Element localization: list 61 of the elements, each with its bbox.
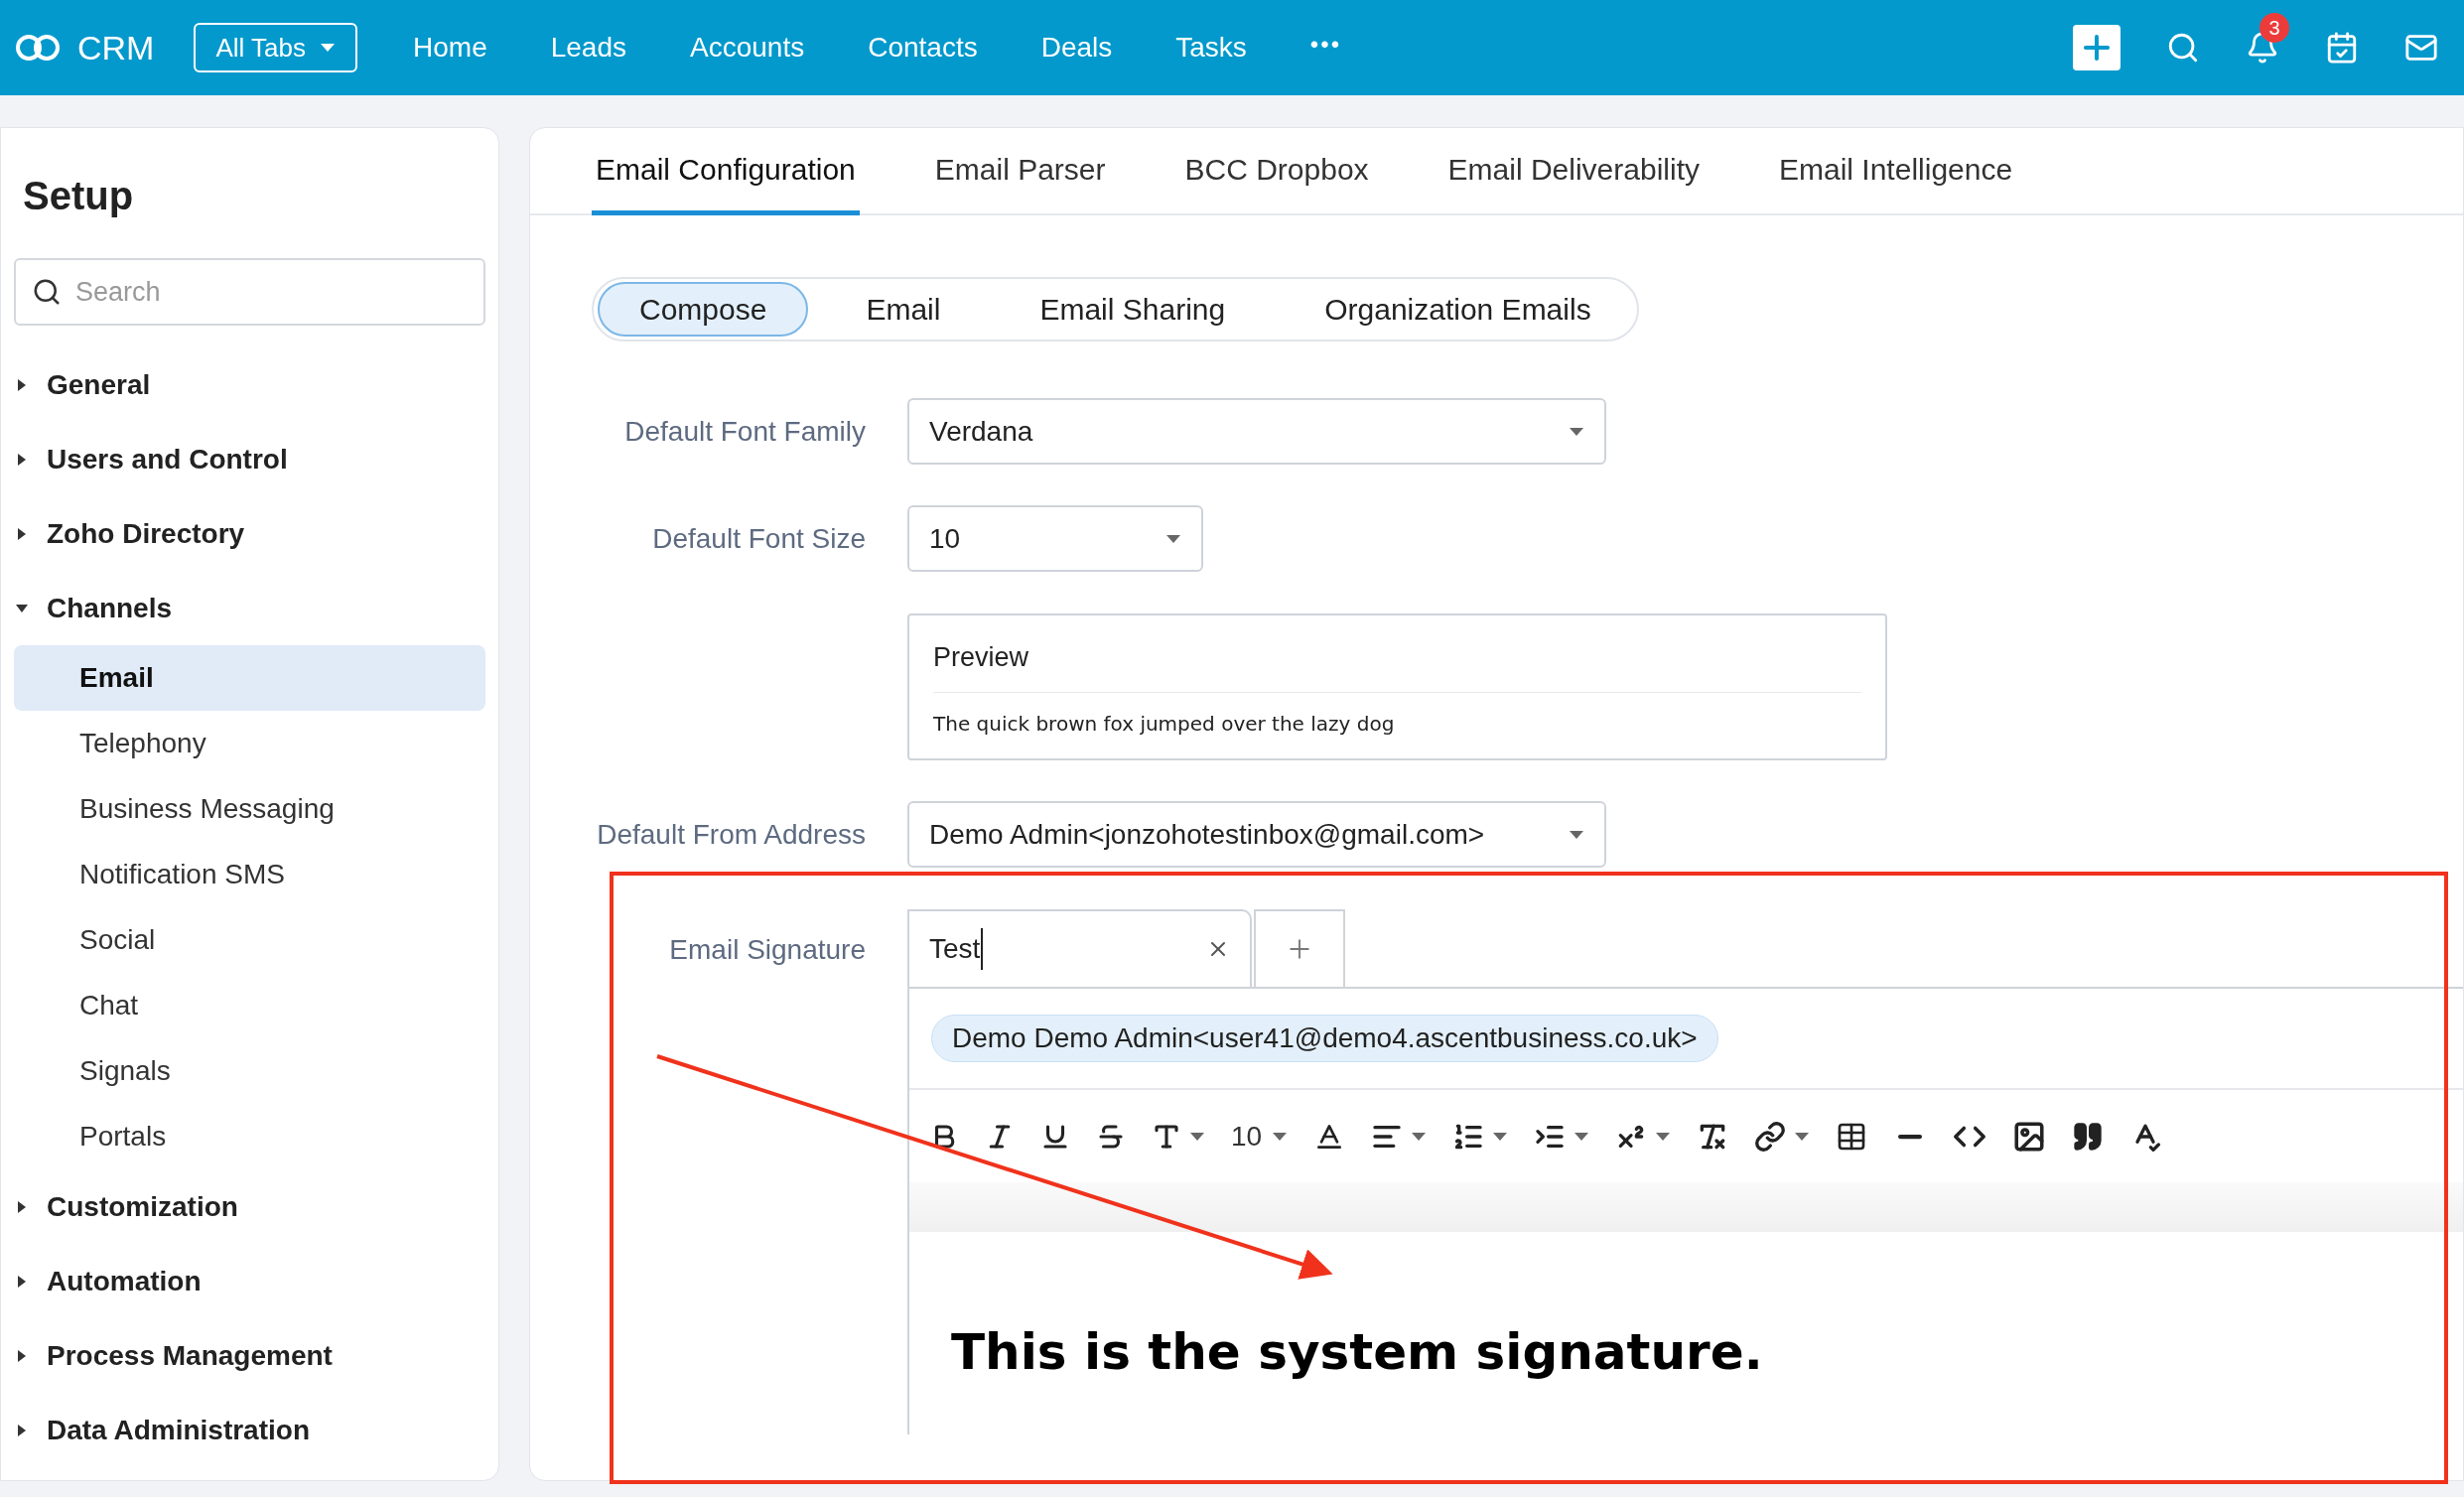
select-field[interactable]: Verdana	[907, 398, 1606, 465]
caret-icon	[1189, 1131, 1205, 1142]
caret-icon	[1165, 533, 1181, 544]
sidebar-title: Setup	[23, 173, 135, 219]
tab[interactable]: Email Parser	[930, 128, 1110, 215]
tab[interactable]: BCC Dropbox	[1180, 128, 1373, 215]
sidebar-section[interactable]: Process Management	[1, 1318, 498, 1393]
sidebar-section[interactable]: Data Administration	[1, 1393, 498, 1467]
signature-text: This is the system signature.	[951, 1322, 1764, 1383]
sidebar-item[interactable]: Portals	[14, 1104, 485, 1169]
caret-icon	[1272, 1131, 1289, 1142]
sidebar-item[interactable]: Business Messaging	[14, 776, 485, 842]
tab[interactable]: Email Deliverability	[1443, 128, 1704, 215]
caret-icon	[1794, 1131, 1811, 1142]
field-label: Default Font Size	[651, 521, 866, 556]
sidebar-section[interactable]: Automation	[1, 1244, 498, 1318]
sidebar-item[interactable]: Social	[14, 907, 485, 973]
preview-title: Preview	[933, 637, 1861, 693]
select-field[interactable]: Demo Admin<jonzohotestinbox@gmail.com>	[907, 801, 1606, 868]
sidebar-section[interactable]: Customization	[1, 1169, 498, 1244]
subtab[interactable]: Email Sharing	[998, 282, 1268, 337]
caret-icon	[1569, 829, 1584, 840]
sidebar-item[interactable]: Email	[14, 645, 485, 711]
preview-text: The quick brown fox jumped over the lazy dog	[933, 710, 1396, 738]
notification-badge: 3	[2259, 13, 2289, 43]
sidebar-section[interactable]: Zoho Directory	[1, 496, 498, 571]
select-field[interactable]: 10	[907, 505, 1203, 572]
sender-chip[interactable]: Demo Demo Admin<user41@demo4.ascentbusiness.co.uk>	[931, 1015, 1718, 1062]
caret-icon	[1411, 1131, 1428, 1142]
image-icon[interactable]	[2012, 1119, 2047, 1154]
field-label: Email Signature	[668, 933, 866, 967]
tab[interactable]: Email Configuration	[592, 128, 860, 215]
subtab[interactable]: Email	[824, 282, 983, 337]
quote-icon[interactable]	[2072, 1120, 2105, 1153]
sidebar-section[interactable]: General	[1, 347, 498, 422]
caret-icon	[1492, 1131, 1509, 1142]
calendar-icon[interactable]	[2325, 31, 2359, 65]
link-icon[interactable]	[1754, 1120, 1787, 1153]
sidebar-section[interactable]: Users and Control	[1, 422, 498, 496]
tab[interactable]: Email Intelligence	[1775, 128, 2017, 215]
field-label: Default Font Family	[623, 414, 866, 449]
search-field[interactable]: Search	[14, 258, 485, 326]
subtab[interactable]: Compose	[598, 282, 809, 337]
sidebar-item[interactable]: Signals	[14, 1038, 485, 1104]
subtab[interactable]: Organization Emails	[1283, 282, 1633, 337]
field-label: Default From Address	[596, 817, 866, 852]
sidebar-item[interactable]: Notification SMS	[14, 842, 485, 907]
sidebar-item[interactable]: Telephony	[14, 711, 485, 776]
caret-icon	[1655, 1131, 1672, 1142]
cloud-logo-icon	[14, 32, 62, 64]
signature-tab[interactable]: Test	[909, 909, 1252, 987]
caret-icon	[320, 43, 336, 53]
sidebar-item[interactable]: Chat	[14, 973, 485, 1038]
caret-icon	[1569, 426, 1584, 437]
search-icon	[32, 277, 62, 307]
app-name: CRM	[77, 27, 155, 68]
sidebar-section[interactable]: Channels	[1, 571, 498, 645]
search-icon[interactable]	[2166, 31, 2200, 65]
font-size-button[interactable]: 10	[1231, 1115, 1263, 1157]
add-button[interactable]	[2073, 25, 2121, 70]
caret-icon	[1574, 1131, 1590, 1142]
